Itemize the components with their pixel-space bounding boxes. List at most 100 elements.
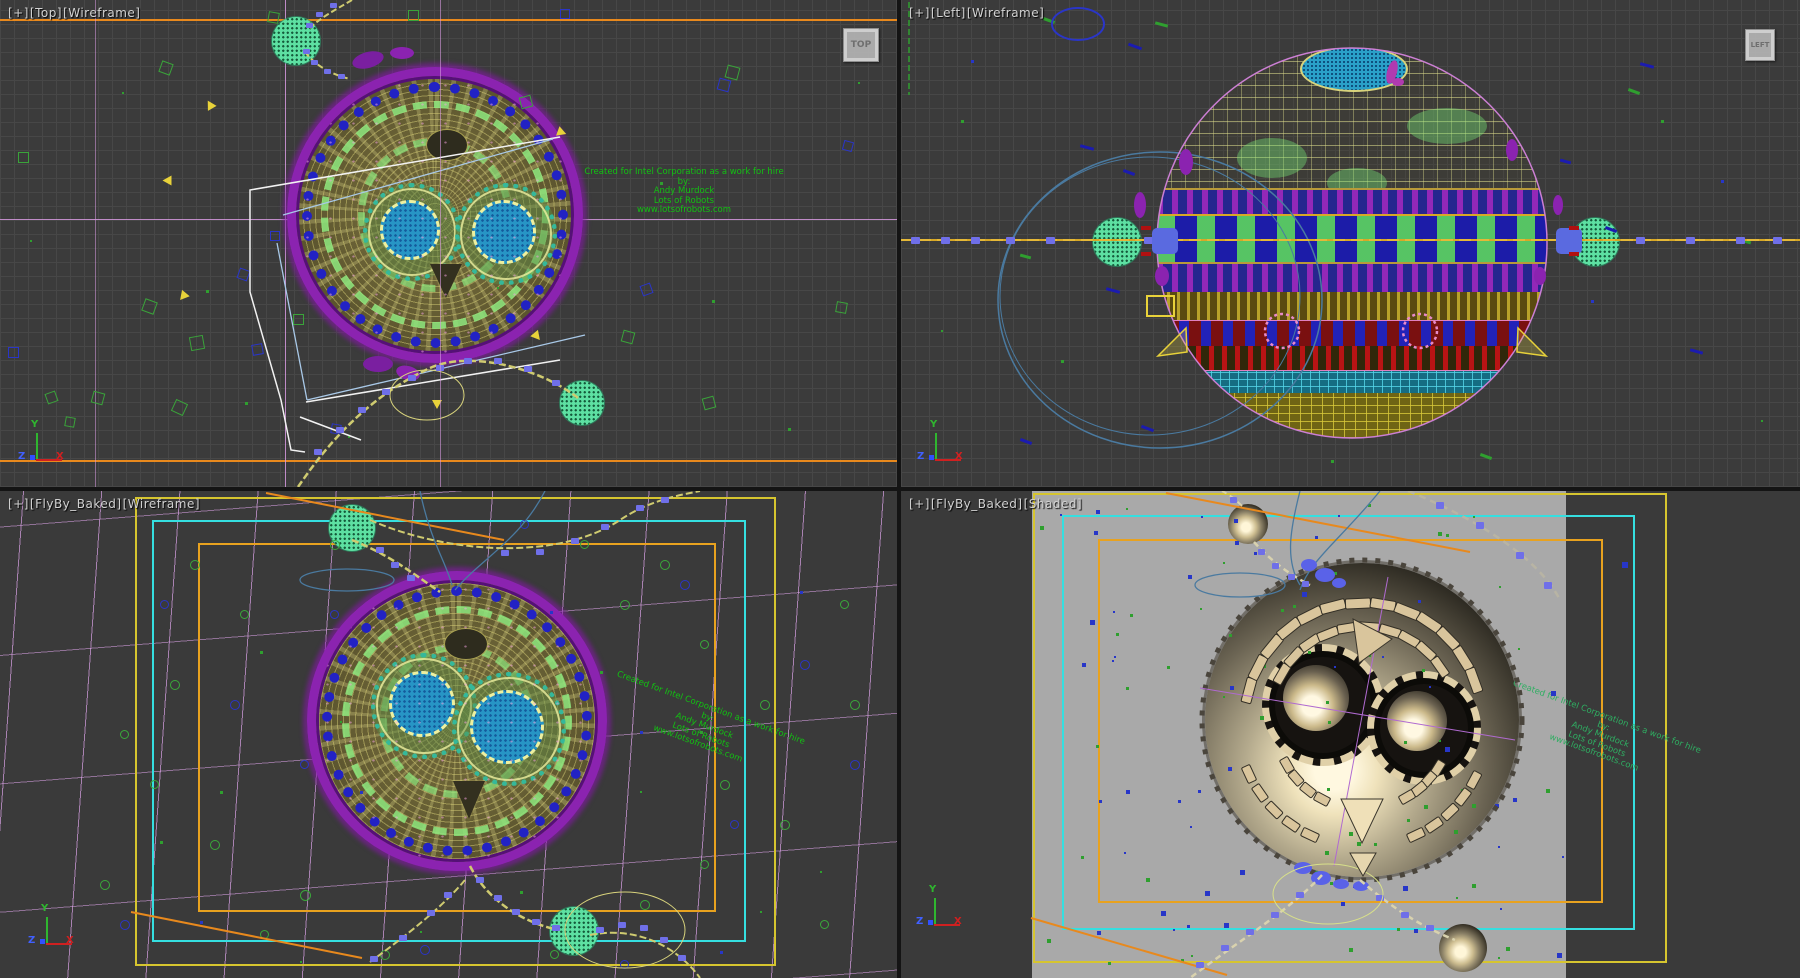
- axis-z-label: Z: [917, 451, 924, 462]
- decor-gdot: [1126, 508, 1128, 510]
- decor-gdot: [961, 120, 964, 123]
- decor-bdot: [971, 60, 974, 63]
- decor-bdot: [1060, 514, 1062, 516]
- decor-gdot: [1061, 360, 1064, 363]
- viewport-menu[interactable]: [+][FlyBy_Baked][Shaded]: [909, 497, 1083, 511]
- decor-gdash: [1020, 254, 1031, 260]
- viewcube-home[interactable]: TOP: [843, 28, 879, 62]
- decor-gdot: [1326, 701, 1329, 704]
- decor-tri: [530, 330, 543, 343]
- decor-gdot: [1472, 804, 1476, 808]
- antenna-ball-shaded[interactable]: [1228, 504, 1268, 544]
- axis-tripod: Y X Z: [26, 909, 70, 953]
- robot-sphere-wireframe[interactable]: [287, 67, 583, 363]
- decor-gdot: [30, 240, 32, 242]
- antenna-ball[interactable]: [550, 907, 598, 955]
- decor-bdot: [1240, 870, 1245, 875]
- decor-bring: [160, 600, 169, 609]
- decor-gring: [120, 730, 129, 739]
- viewport-menu-segment[interactable]: [Wireframe]: [63, 6, 140, 20]
- decor-bdot: [1562, 856, 1564, 858]
- antenna-ball[interactable]: [1093, 218, 1141, 266]
- axis-z-label: Z: [18, 451, 25, 462]
- decor-gdot: [1330, 882, 1333, 885]
- decor-bring: [230, 700, 240, 710]
- decor-gdot: [1191, 955, 1193, 957]
- decor-gdot: [1325, 851, 1329, 855]
- decor-bdot: [1557, 953, 1562, 958]
- viewport-menu[interactable]: [+][Left][Wireframe]: [909, 6, 1045, 20]
- viewcube-home[interactable]: LEFT: [1745, 29, 1775, 61]
- decor-gring: [620, 600, 630, 610]
- decor-bdot: [1721, 180, 1724, 183]
- decor-gring: [170, 680, 180, 690]
- viewport-menu-segment[interactable]: [+]: [909, 497, 930, 511]
- decor-gdot: [340, 721, 342, 723]
- axis-tripod: Y X Z: [914, 890, 958, 934]
- antenna-ball[interactable]: [1571, 218, 1619, 266]
- decor-gdot: [820, 871, 822, 873]
- decor-bdot: [1341, 902, 1345, 906]
- decor-bring: [330, 610, 339, 619]
- viewport-flyby-wireframe[interactable]: Created for Intel Corporation as a work …: [0, 491, 897, 978]
- decor-gdot: [520, 891, 523, 894]
- decor-bdot: [1187, 925, 1190, 928]
- decor-gdot: [1327, 788, 1330, 791]
- decor-gdot: [1223, 696, 1225, 698]
- viewport-menu-segment[interactable]: [Top]: [30, 6, 62, 20]
- decor-gring: [210, 840, 220, 850]
- viewport-flyby-shaded[interactable]: Created for Intel Corporation as a work …: [901, 491, 1800, 978]
- decor-gdot: [1108, 962, 1111, 965]
- decor-bdash: [1560, 159, 1571, 165]
- viewport-left[interactable]: LEFT Y X Z [+][Left][Wireframe]: [901, 0, 1800, 487]
- robot-sphere-wireframe[interactable]: [307, 571, 607, 871]
- decor-bdot: [1334, 666, 1336, 668]
- decor-gdot: [206, 290, 209, 293]
- decor-gdot: [1369, 655, 1371, 657]
- antenna-ball[interactable]: [560, 381, 604, 425]
- decor-gdot: [1167, 666, 1170, 669]
- viewport-menu-segment[interactable]: [FlyBy_Baked]: [30, 497, 122, 511]
- decor-gdot: [1439, 740, 1441, 742]
- decor-bdot: [1228, 767, 1232, 771]
- decor-bdot: [1591, 300, 1594, 303]
- decor-bdash: [1141, 425, 1154, 432]
- viewport-top[interactable]: Created for Intel Corporation as a work …: [0, 0, 897, 487]
- decor-gring: [780, 820, 790, 830]
- decor-bring: [300, 760, 309, 769]
- viewport-menu-segment[interactable]: [Left]: [931, 6, 966, 20]
- decor-gdot: [1506, 947, 1510, 951]
- robot-sphere-wireframe-side[interactable]: [1157, 48, 1547, 438]
- decor-gsq: [293, 314, 304, 325]
- decor-bsq: [270, 231, 280, 241]
- decor-bdot: [1188, 575, 1192, 579]
- decor-gdot: [1518, 648, 1520, 650]
- decor-bdot: [1500, 908, 1502, 910]
- viewport-menu-segment[interactable]: [FlyBy_Baked]: [931, 497, 1023, 511]
- credit-line: www.lotsofrobots.com: [584, 206, 784, 216]
- decor-gdash: [1628, 88, 1640, 95]
- decor-gdot: [1328, 721, 1331, 724]
- credit-text-object[interactable]: Created for Intel Corporation as a work …: [584, 168, 784, 216]
- decor-gdot: [1229, 634, 1232, 637]
- decor-bdot: [1124, 852, 1126, 854]
- axis-y-label: Y: [41, 903, 48, 914]
- viewport-menu-segment[interactable]: [Wireframe]: [967, 6, 1044, 20]
- viewport-menu[interactable]: [+][FlyBy_Baked][Wireframe]: [8, 497, 201, 511]
- decor-gdot: [600, 671, 603, 674]
- viewport-menu-segment[interactable]: [Shaded]: [1024, 497, 1083, 511]
- antenna-ball-shaded[interactable]: [1439, 924, 1487, 972]
- decor-gdot: [1315, 871, 1318, 874]
- viewport-menu-segment[interactable]: [+]: [8, 6, 29, 20]
- viewport-menu-segment[interactable]: [+]: [8, 497, 29, 511]
- viewport-menu-segment[interactable]: [Wireframe]: [123, 497, 200, 511]
- decor-bdash: [1128, 43, 1142, 51]
- decor-gdot: [1047, 939, 1051, 943]
- decor-gsq: [158, 60, 173, 75]
- decor-gdot: [348, 436, 350, 438]
- decor-gsq: [725, 65, 741, 81]
- decor-gdot: [220, 791, 223, 794]
- antenna-ball[interactable]: [272, 17, 320, 65]
- viewport-menu-segment[interactable]: [+]: [909, 6, 930, 20]
- viewport-menu[interactable]: [+][Top][Wireframe]: [8, 6, 141, 20]
